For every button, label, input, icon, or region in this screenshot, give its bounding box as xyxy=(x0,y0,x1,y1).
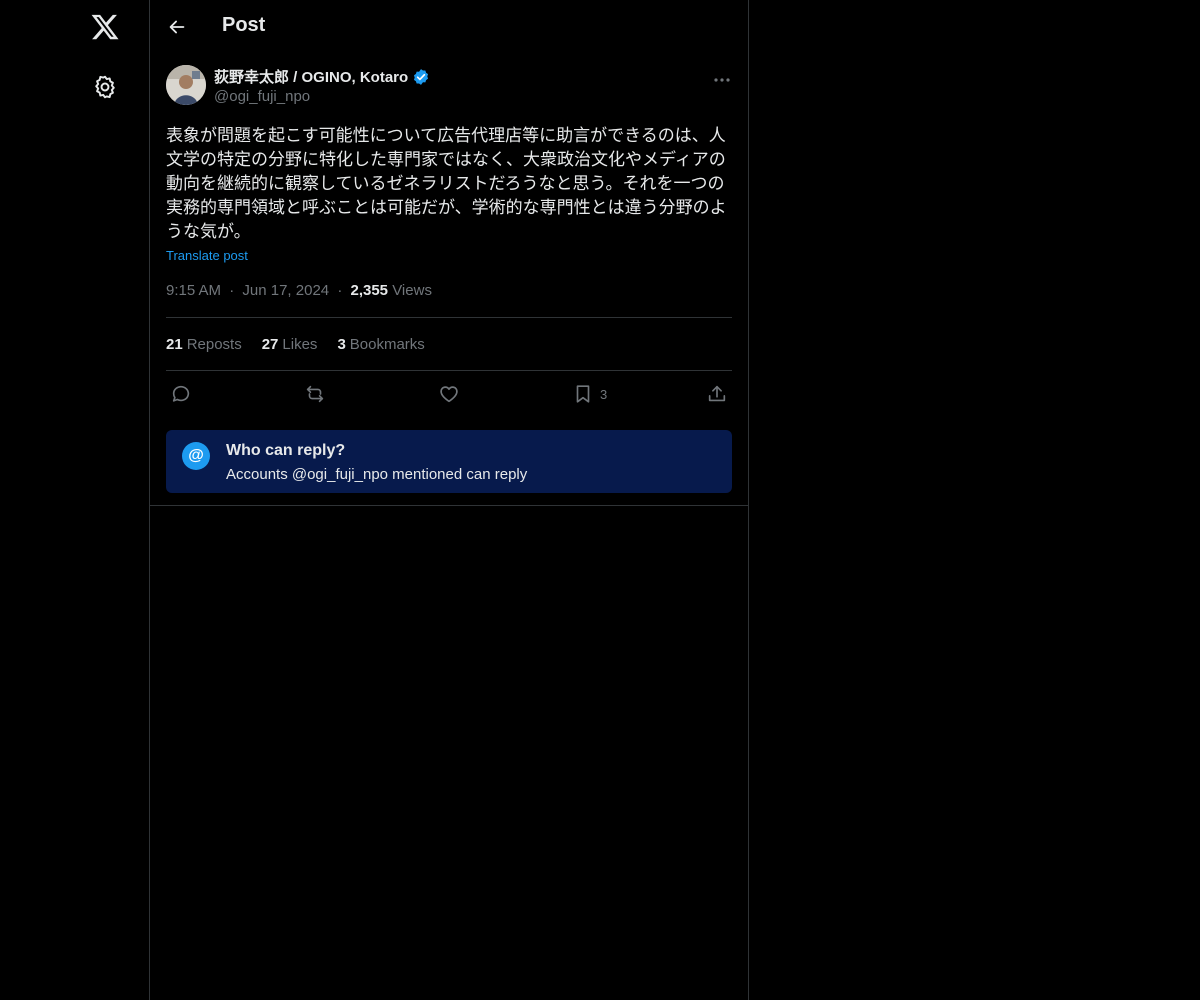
like-button[interactable] xyxy=(438,383,460,405)
likes-count: 27 xyxy=(261,335,279,353)
reply-button[interactable] xyxy=(170,383,192,405)
who-can-reply-title: Who can reply? xyxy=(226,442,346,459)
gear-icon[interactable] xyxy=(92,74,118,100)
post-text: 表象が問題を起こす可能性について広告代理店等に助言ができるのは、人文学の特定の分… xyxy=(166,126,727,241)
repost-button[interactable] xyxy=(304,383,326,405)
views-label: Views xyxy=(392,282,432,299)
post-date[interactable]: Jun 17, 2024 xyxy=(242,282,329,299)
more-dots-icon[interactable] xyxy=(712,70,732,90)
repost-icon xyxy=(306,385,324,403)
avatar[interactable] xyxy=(166,65,206,105)
bookmarks-count: 3 xyxy=(337,335,346,353)
main-column: Post 荻野幸太郎 / OGINO, Kotaro @ogi_fuji_npo… xyxy=(149,0,749,1000)
who-can-reply-subtitle: Accounts @ogi_fuji_npo mentioned can rep… xyxy=(226,466,528,483)
author-name[interactable]: 荻野幸太郎 / OGINO, Kotaro xyxy=(214,66,408,87)
page-header: Post xyxy=(150,0,748,54)
bookmarks-stat[interactable]: 3 Bookmarks xyxy=(337,336,424,353)
post-author: 荻野幸太郎 / OGINO, Kotaro @ogi_fuji_npo xyxy=(166,64,732,112)
reposts-label: Reposts xyxy=(186,335,242,353)
app-root: Post 荻野幸太郎 / OGINO, Kotaro @ogi_fuji_npo… xyxy=(0,0,1200,1000)
verified-badge-icon xyxy=(412,68,430,86)
post-meta: 9:15 AM · Jun 17, 2024 · 2,355 Views xyxy=(166,281,732,307)
reply-icon xyxy=(172,385,190,402)
translate-post-link[interactable]: Translate post xyxy=(166,248,248,263)
post-actions: 3 xyxy=(166,371,732,419)
share-button[interactable] xyxy=(706,383,728,405)
meta-separator: · xyxy=(229,282,235,299)
bookmark-button[interactable]: 3 xyxy=(572,383,607,405)
who-can-reply-box: @ Who can reply? Accounts @ogi_fuji_npo … xyxy=(166,430,732,493)
x-logo-icon[interactable] xyxy=(90,12,120,42)
divider xyxy=(150,505,748,506)
post-stats: 21 Reposts 27 Likes 3 Bookmarks xyxy=(166,318,732,370)
share-icon xyxy=(708,385,726,402)
views-count: 2,355 xyxy=(350,282,389,299)
bookmarks-label: Bookmarks xyxy=(349,335,425,353)
arrow-left-icon[interactable] xyxy=(166,16,188,38)
meta-separator: · xyxy=(337,282,343,299)
post-time[interactable]: 9:15 AM xyxy=(166,282,221,299)
author-handle[interactable]: @ogi_fuji_npo xyxy=(214,88,310,105)
likes-stat[interactable]: 27 Likes xyxy=(262,336,318,353)
page-title: Post xyxy=(222,14,266,36)
left-rail xyxy=(0,0,149,1000)
reposts-count: 21 xyxy=(166,335,183,353)
likes-label: Likes xyxy=(282,335,318,353)
reposts-stat[interactable]: 21 Reposts xyxy=(166,336,242,353)
author-name-row: 荻野幸太郎 / OGINO, Kotaro xyxy=(214,66,430,87)
bookmark-count: 3 xyxy=(600,386,608,402)
at-sign-icon: @ xyxy=(182,442,210,470)
post: 荻野幸太郎 / OGINO, Kotaro @ogi_fuji_npo 表象が問… xyxy=(150,64,748,493)
heart-icon xyxy=(440,386,458,403)
bookmark-icon xyxy=(576,385,590,403)
